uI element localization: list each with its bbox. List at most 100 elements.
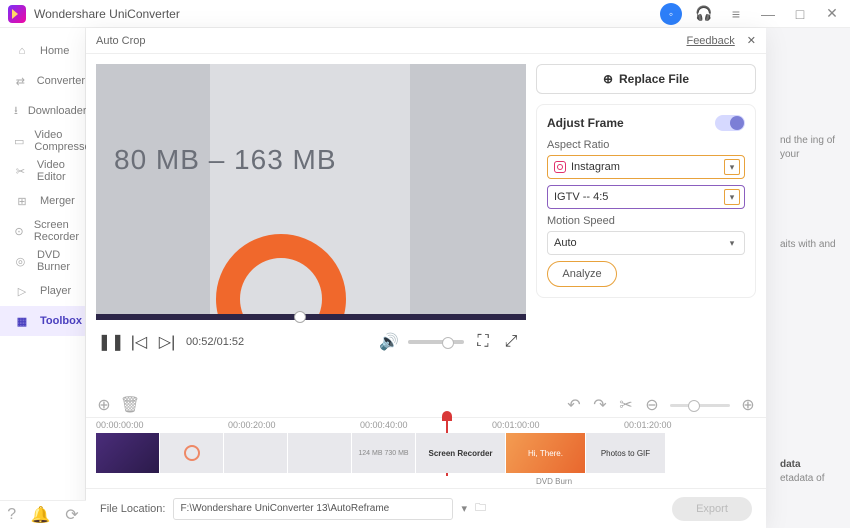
close-button[interactable]: ✕ bbox=[822, 4, 842, 24]
thumb[interactable]: Screen Recorder bbox=[416, 433, 506, 473]
thumb[interactable]: Photos to GIF bbox=[586, 433, 666, 473]
sidebar-item-merger[interactable]: ⊞Merger bbox=[0, 186, 85, 216]
headset-icon[interactable]: 🎧 bbox=[694, 4, 714, 24]
thumb[interactable] bbox=[96, 433, 160, 473]
chevron-down-icon: ▾ bbox=[724, 235, 740, 251]
zoom-out-button[interactable]: ⊖ bbox=[644, 397, 660, 413]
instagram-icon bbox=[554, 161, 566, 173]
play-icon: ▷ bbox=[14, 283, 30, 299]
sidebar-item-player[interactable]: ▷Player bbox=[0, 276, 85, 306]
sidebar-item-label: Video Editor bbox=[37, 159, 85, 183]
sidebar-item-home[interactable]: ⌂ Home bbox=[0, 36, 85, 66]
zoom-in-button[interactable]: ⊕ bbox=[740, 397, 756, 413]
cut-icon: ✂ bbox=[14, 163, 27, 179]
chevron-down-icon[interactable]: ▾ bbox=[461, 502, 467, 515]
export-button[interactable]: Export bbox=[672, 497, 752, 521]
sidebar-item-label: Home bbox=[40, 45, 69, 57]
undo-button[interactable]: ↶ bbox=[566, 397, 582, 413]
replace-label: Replace File bbox=[619, 72, 689, 86]
sidebar-item-recorder[interactable]: ⊙ Screen Recorder bbox=[0, 216, 85, 246]
bg-text: etadata of bbox=[780, 472, 824, 486]
record-icon: ⊙ bbox=[14, 223, 24, 239]
video-preview: 80 MB – 163 MB bbox=[96, 64, 526, 314]
volume-icon[interactable]: 🔊 bbox=[380, 333, 398, 351]
bell-icon[interactable]: 🔔 bbox=[31, 505, 51, 525]
sidebar-item-label: DVD Burner bbox=[37, 249, 85, 273]
preview-text: 80 MB – 163 MB bbox=[114, 144, 337, 176]
sidebar-item-dvd[interactable]: ◎ DVD Burner bbox=[0, 246, 85, 276]
app-logo bbox=[8, 5, 26, 23]
dvd-icon: ◎ bbox=[14, 253, 27, 269]
modal-title: Auto Crop bbox=[96, 35, 146, 47]
file-location-label: File Location: bbox=[100, 503, 165, 515]
close-icon[interactable]: ✕ bbox=[747, 34, 756, 47]
sidebar-item-converter[interactable]: ⇄ Converter bbox=[0, 66, 85, 96]
aspect-ratio-label: Aspect Ratio bbox=[547, 139, 745, 151]
sidebar-item-downloader[interactable]: ⭳ Downloader bbox=[0, 96, 85, 126]
bg-text: nd the ing of your bbox=[780, 134, 850, 162]
maximize-button[interactable]: □ bbox=[790, 4, 810, 24]
motion-speed-select[interactable]: Auto ▾ bbox=[547, 231, 745, 255]
tick: 00:00:20:00 bbox=[228, 418, 360, 433]
bg-text: aits with and bbox=[780, 238, 836, 252]
pause-button[interactable]: ❚❚ bbox=[102, 333, 120, 351]
add-clip-button[interactable]: ⊕ bbox=[96, 397, 112, 413]
sidebar: ⌂ Home ⇄ Converter ⭳ Downloader ▭Video Comp… bbox=[0, 28, 86, 528]
thumb-caption: DVD Burn bbox=[86, 477, 766, 488]
adjust-frame-toggle[interactable] bbox=[715, 115, 745, 131]
select-value: IGTV -- 4:5 bbox=[554, 191, 608, 203]
split-button[interactable]: ✂ bbox=[618, 397, 634, 413]
zoom-slider[interactable] bbox=[670, 404, 730, 407]
convert-icon: ⇄ bbox=[14, 73, 27, 89]
sidebar-item-label: Downloader bbox=[28, 105, 87, 117]
status-bar: ? 🔔 ⟳ bbox=[0, 500, 86, 528]
aspect-preset-select[interactable]: Instagram ▾ bbox=[547, 155, 745, 179]
volume-slider[interactable] bbox=[408, 340, 464, 344]
adjust-frame-label: Adjust Frame bbox=[547, 116, 624, 130]
time-ruler: 00:00:00:00 00:00:20:00 00:00:40:00 00:0… bbox=[86, 417, 766, 433]
sidebar-item-label: Screen Recorder bbox=[34, 219, 85, 243]
thumb[interactable] bbox=[224, 433, 288, 473]
next-frame-button[interactable]: ▷| bbox=[158, 333, 176, 351]
home-icon: ⌂ bbox=[14, 43, 30, 59]
sidebar-item-toolbox[interactable]: ▦Toolbox bbox=[0, 306, 85, 336]
grid-icon: ▦ bbox=[14, 313, 30, 329]
minimize-button[interactable]: — bbox=[758, 4, 778, 24]
replace-file-button[interactable]: ⊕ Replace File bbox=[536, 64, 756, 94]
motion-speed-label: Motion Speed bbox=[547, 215, 745, 227]
tick: 00:00:40:00 bbox=[360, 418, 492, 433]
sidebar-item-label: Converter bbox=[37, 75, 85, 87]
aspect-ratio-select[interactable]: IGTV -- 4:5 ▾ bbox=[547, 185, 745, 209]
menu-icon[interactable]: ≡ bbox=[726, 4, 746, 24]
folder-icon[interactable]: 🗀 bbox=[475, 499, 486, 518]
refresh-icon[interactable]: ⟳ bbox=[65, 505, 78, 525]
thumb[interactable]: Hi, There. bbox=[506, 433, 586, 473]
snapshot-icon[interactable]: ⛶ bbox=[474, 333, 492, 351]
prev-frame-button[interactable]: |◁ bbox=[130, 333, 148, 351]
auto-crop-modal: Auto Crop Feedback ✕ 80 MB – 163 MB bbox=[86, 28, 766, 528]
sidebar-item-compressor[interactable]: ▭Video Compressor bbox=[0, 126, 85, 156]
select-value: Instagram bbox=[571, 161, 620, 173]
fullscreen-icon[interactable]: ⤢ bbox=[502, 333, 520, 351]
tick: 00:01:20:00 bbox=[624, 418, 756, 433]
timeline-thumbs[interactable]: 124 MB 730 MB Screen Recorder Hi, There.… bbox=[86, 433, 766, 477]
file-location-input[interactable]: F:\Wondershare UniConverter 13\AutoRefra… bbox=[173, 498, 453, 520]
thumb[interactable] bbox=[160, 433, 224, 473]
app-title: Wondershare UniConverter bbox=[34, 7, 660, 21]
delete-clip-button[interactable]: 🗑 bbox=[122, 397, 138, 413]
adjust-panel: Adjust Frame Aspect Ratio Instagram ▾ IG… bbox=[536, 104, 756, 298]
user-avatar[interactable]: ◦ bbox=[660, 3, 682, 25]
seek-bar[interactable] bbox=[96, 314, 526, 320]
download-icon: ⭳ bbox=[14, 103, 18, 119]
ring-graphic bbox=[216, 234, 346, 314]
help-icon[interactable]: ? bbox=[7, 506, 16, 524]
feedback-link[interactable]: Feedback bbox=[686, 35, 734, 47]
analyze-button[interactable]: Analyze bbox=[547, 261, 617, 287]
sidebar-item-editor[interactable]: ✂ Video Editor bbox=[0, 156, 85, 186]
thumb[interactable]: 124 MB 730 MB bbox=[352, 433, 416, 473]
select-value: Auto bbox=[554, 237, 577, 249]
tick: 00:00:00:00 bbox=[96, 418, 228, 433]
timestamp: 00:52/01:52 bbox=[186, 336, 244, 348]
thumb[interactable] bbox=[288, 433, 352, 473]
redo-button[interactable]: ↷ bbox=[592, 397, 608, 413]
